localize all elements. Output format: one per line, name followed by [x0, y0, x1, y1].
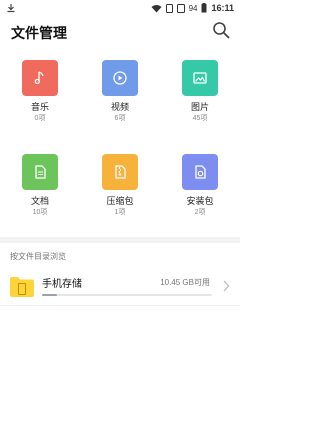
category-video[interactable]: 视频 6项 — [84, 60, 156, 130]
clock: 16:11 — [211, 3, 234, 13]
music-note-icon — [34, 71, 44, 85]
page-title: 文件管理 — [11, 25, 67, 41]
category-count: 45项 — [192, 115, 208, 122]
archives-tile — [102, 154, 138, 190]
images-tile — [182, 60, 218, 96]
category-archives[interactable]: 压缩包 1项 — [84, 154, 156, 224]
package-icon — [195, 165, 206, 179]
category-count: 6项 — [114, 115, 126, 122]
category-label: 图片 — [190, 102, 209, 112]
folder-icon — [10, 277, 34, 297]
download-icon — [7, 4, 15, 13]
category-documents[interactable]: 文档 10项 — [4, 154, 76, 224]
category-label: 安装包 — [186, 196, 214, 206]
category-count: 2项 — [194, 209, 206, 216]
storage-usage-bar — [42, 294, 212, 296]
phone-storage-row[interactable]: 手机存储 10.45 GB可用 — [0, 266, 240, 306]
category-label: 压缩包 — [106, 196, 134, 206]
category-label: 音乐 — [30, 102, 49, 112]
category-packages[interactable]: 安装包 2项 — [164, 154, 236, 224]
document-icon — [35, 165, 46, 179]
packages-tile — [182, 154, 218, 190]
signal-icon — [176, 3, 185, 13]
image-icon — [193, 72, 207, 84]
documents-tile — [22, 154, 58, 190]
storage-name: 手机存储 — [42, 279, 82, 290]
category-count: 0项 — [34, 115, 46, 122]
wifi-icon — [151, 4, 162, 12]
browse-section-title: 按文件目录浏览 — [10, 252, 66, 261]
sim-icon — [165, 3, 173, 13]
category-label: 视频 — [110, 102, 129, 112]
category-music[interactable]: 音乐 0项 — [4, 60, 76, 130]
music-tile — [22, 60, 58, 96]
archive-icon — [115, 165, 126, 179]
category-images[interactable]: 图片 45项 — [164, 60, 236, 130]
battery-icon — [201, 3, 207, 13]
status-bar: 94 16:11 — [0, 0, 240, 16]
video-tile — [102, 60, 138, 96]
app-header: 文件管理 — [0, 16, 240, 46]
search-icon[interactable] — [212, 21, 230, 39]
chevron-right-icon — [223, 280, 230, 292]
storage-free-space: 10.45 GB可用 — [160, 278, 210, 287]
storage-usage-fill — [42, 294, 58, 296]
battery-level: 94 — [188, 3, 198, 13]
play-icon — [113, 71, 127, 85]
section-divider — [0, 237, 240, 243]
category-count: 1项 — [114, 209, 126, 216]
category-count: 10项 — [32, 209, 48, 216]
category-label: 文档 — [30, 196, 49, 206]
row-divider — [0, 305, 240, 306]
